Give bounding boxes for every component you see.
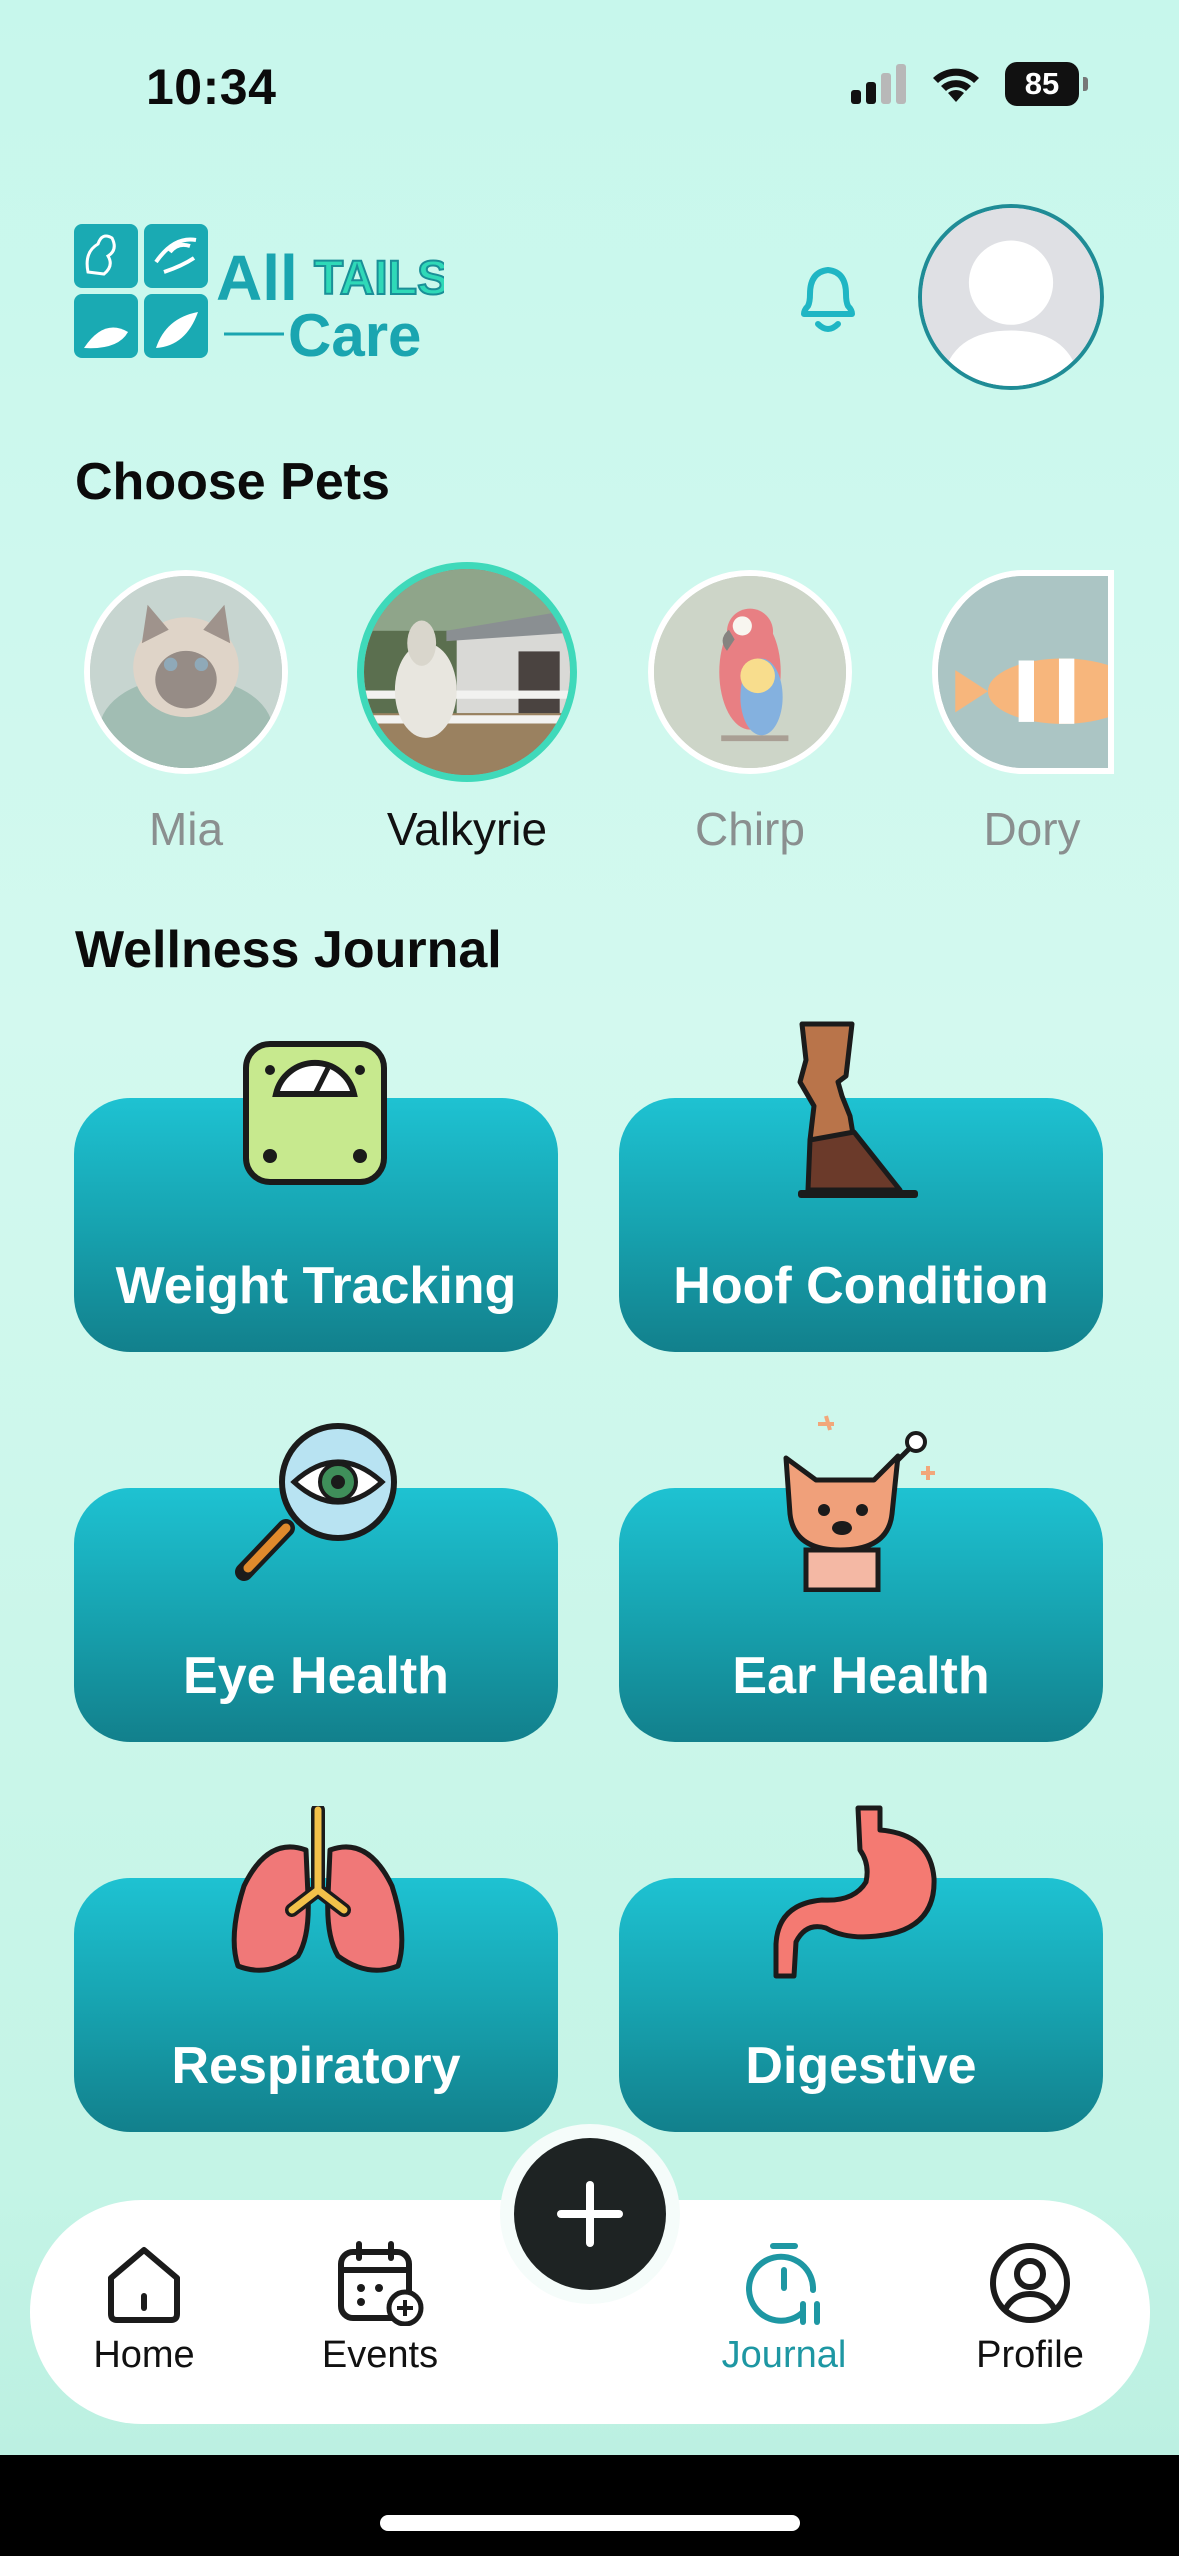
home-icon bbox=[108, 2247, 180, 2323]
status-icons: 85 bbox=[851, 62, 1088, 106]
pet-name: Dory bbox=[983, 803, 1081, 855]
tab-profile[interactable]: Profile bbox=[930, 2240, 1130, 2377]
battery-icon: 85 bbox=[1005, 62, 1088, 106]
home-indicator[interactable] bbox=[380, 2515, 800, 2531]
pet-photo bbox=[84, 570, 288, 774]
tab-events[interactable]: Events bbox=[280, 2240, 480, 2377]
magnifier-eye-icon bbox=[235, 1423, 397, 1581]
card-label: Eye Health bbox=[183, 1647, 449, 1705]
choose-pets-heading: Choose Pets bbox=[75, 453, 390, 511]
svg-text:All: All bbox=[216, 242, 298, 314]
wifi-icon bbox=[933, 68, 979, 102]
bell-icon[interactable] bbox=[790, 258, 866, 340]
dog-ear-icon bbox=[783, 1415, 935, 1592]
card-label: Respiratory bbox=[171, 2037, 461, 2095]
add-button[interactable] bbox=[514, 2138, 666, 2290]
user-avatar[interactable] bbox=[918, 204, 1104, 390]
scale-icon bbox=[243, 1041, 387, 1185]
pet-name: Mia bbox=[148, 803, 224, 855]
card-label: Digestive bbox=[745, 2037, 977, 2095]
pet-photo bbox=[932, 570, 1114, 774]
card-label: Ear Health bbox=[732, 1647, 990, 1705]
pet-name: Chirp bbox=[695, 803, 805, 855]
pet-item-chirp[interactable]: Chirp bbox=[640, 570, 860, 856]
card-label: Weight Tracking bbox=[115, 1257, 517, 1315]
signal-icon bbox=[851, 64, 906, 104]
tab-journal[interactable]: Journal bbox=[684, 2240, 884, 2377]
tab-label: Home bbox=[93, 2334, 195, 2376]
tab-label: Events bbox=[321, 2334, 439, 2376]
home-indicator-area bbox=[0, 2455, 1179, 2556]
timer-icon bbox=[746, 2243, 820, 2325]
svg-text:Care: Care bbox=[288, 302, 421, 369]
pet-item-mia[interactable]: Mia bbox=[76, 570, 296, 856]
status-bar: 10:34 85 bbox=[0, 0, 1179, 170]
tab-label: Profile bbox=[976, 2334, 1084, 2376]
profile-icon bbox=[990, 2243, 1070, 2323]
wellness-journal-heading: Wellness Journal bbox=[75, 921, 502, 979]
status-time: 10:34 bbox=[146, 59, 277, 115]
pet-photo bbox=[648, 570, 852, 774]
pet-photo-selected bbox=[357, 562, 577, 782]
plus-icon bbox=[557, 2181, 623, 2247]
card-label: Hoof Condition bbox=[673, 1257, 1049, 1315]
tab-home[interactable]: Home bbox=[44, 2240, 244, 2377]
avatar-placeholder-icon bbox=[922, 208, 1100, 386]
pet-name: Valkyrie bbox=[386, 803, 548, 855]
alltails-logo: All TAILS Care bbox=[74, 224, 444, 369]
stomach-icon bbox=[773, 1805, 937, 1979]
calendar-add-icon bbox=[338, 2241, 424, 2326]
svg-text:TAILS: TAILS bbox=[314, 252, 444, 305]
pet-item-dory[interactable]: Dory bbox=[922, 570, 1142, 856]
hoof-icon bbox=[797, 1021, 918, 1198]
tab-label: Journal bbox=[721, 2334, 847, 2376]
pet-item-valkyrie[interactable]: Valkyrie bbox=[357, 562, 577, 856]
lungs-icon bbox=[231, 1806, 405, 1973]
